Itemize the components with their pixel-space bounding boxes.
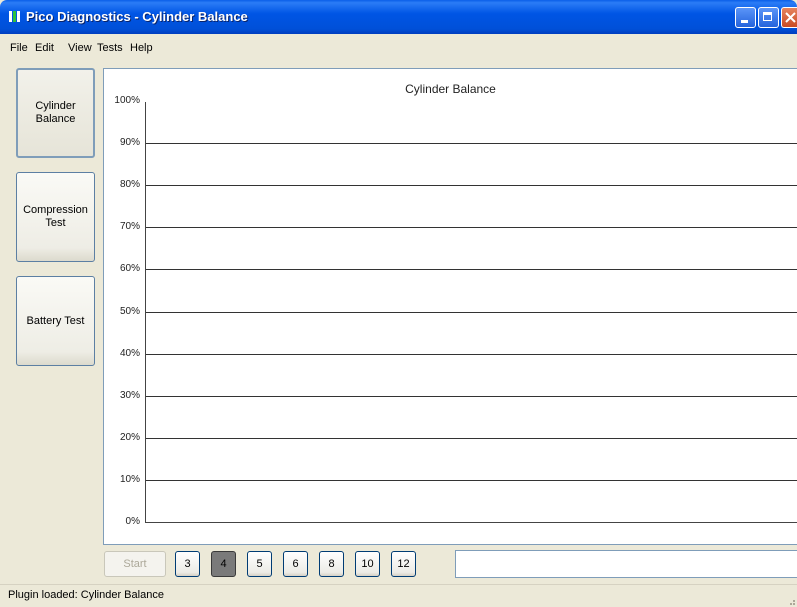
minimize-button[interactable]: [735, 7, 756, 28]
y-tick-label: 100%: [114, 95, 140, 106]
y-tick-label: 80%: [119, 179, 140, 191]
start-button[interactable]: Start: [104, 551, 166, 577]
menu-view[interactable]: View: [68, 42, 92, 54]
status-text: Plugin loaded: Cylinder Balance: [8, 589, 164, 601]
gridline: [146, 353, 797, 355]
window-title: Pico Diagnostics - Cylinder Balance: [26, 9, 248, 24]
test-label-line1: Cylinder: [35, 100, 76, 112]
menu-help[interactable]: Help: [130, 42, 153, 54]
cylinder-balance-button[interactable]: Cylinder Balance: [16, 68, 95, 158]
test-label-line1: Battery Test: [26, 314, 85, 327]
chart-panel: Cylinder Balance 0% 10% 20% 30% 40% 50% 60% 70%…: [103, 68, 797, 545]
gridline: [146, 269, 797, 271]
cylinders-4-button[interactable]: 4: [211, 551, 236, 577]
title-bar[interactable]: Pico Diagnostics - Cylinder Balance: [0, 0, 797, 34]
menu-edit[interactable]: Edit: [35, 42, 54, 54]
close-icon: [785, 12, 796, 23]
cylinders-6-button[interactable]: 6: [283, 551, 308, 577]
test-label-line2: Balance: [35, 113, 76, 125]
test-label-line2: Test: [45, 217, 66, 229]
y-tick-label: 90%: [119, 137, 140, 149]
y-tick-label: 70%: [119, 221, 140, 233]
menu-tests[interactable]: Tests: [97, 42, 123, 54]
y-tick-label: 0%: [125, 516, 140, 527]
cylinders-10-button[interactable]: 10: [355, 551, 380, 577]
gridline: [146, 143, 797, 145]
compression-test-button[interactable]: Compression Test: [16, 172, 95, 262]
gridline: [146, 185, 797, 187]
plot-area: [145, 102, 797, 523]
maximize-button[interactable]: [758, 7, 779, 28]
cylinders-3-button[interactable]: 3: [175, 551, 200, 577]
gridline: [146, 395, 797, 397]
cylinders-12-button[interactable]: 12: [391, 551, 416, 577]
resize-grip-icon[interactable]: [785, 595, 795, 605]
app-icon: [9, 11, 22, 22]
gridline: [146, 227, 797, 229]
menu-file[interactable]: File: [10, 42, 28, 54]
menu-bar: File Edit View Tests Help: [0, 34, 797, 60]
result-text-field[interactable]: [455, 550, 797, 578]
y-tick-label: 40%: [119, 347, 140, 359]
battery-test-button[interactable]: Battery Test: [16, 276, 95, 366]
chart-title: Cylinder Balance: [405, 82, 496, 96]
cylinders-5-button[interactable]: 5: [247, 551, 272, 577]
y-tick-label: 20%: [119, 431, 140, 443]
y-tick-label: 30%: [119, 389, 140, 401]
y-tick-label: 60%: [119, 263, 140, 275]
test-label-line1: Compression: [23, 204, 88, 216]
status-bar: Plugin loaded: Cylinder Balance: [0, 584, 797, 607]
gridline: [146, 437, 797, 439]
gridline: [146, 479, 797, 481]
cylinders-8-button[interactable]: 8: [319, 551, 344, 577]
y-tick-label: 50%: [119, 305, 140, 317]
close-button[interactable]: [781, 7, 797, 28]
y-tick-label: 10%: [119, 473, 140, 485]
gridline: [146, 311, 797, 313]
